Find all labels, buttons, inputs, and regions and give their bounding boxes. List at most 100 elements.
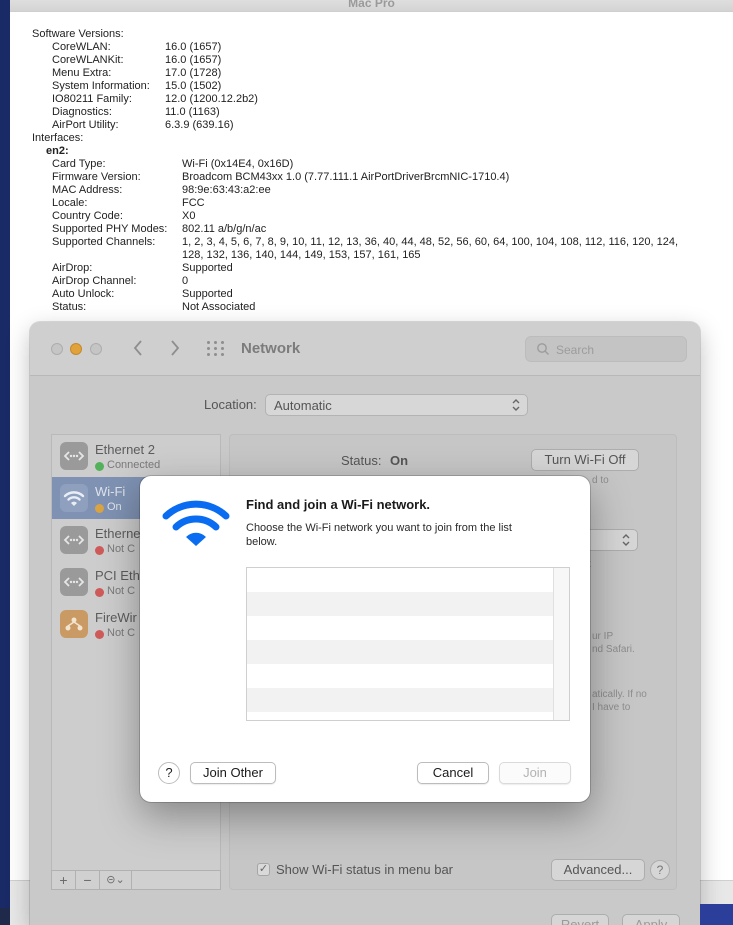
- location-value: Automatic: [274, 398, 332, 413]
- service-name: Ethernet 2: [95, 442, 155, 457]
- forward-button[interactable]: [169, 339, 181, 361]
- info-value: Not Associated: [182, 301, 256, 313]
- info-key: Supported Channels:: [52, 236, 156, 248]
- join-button[interactable]: Join: [499, 762, 571, 784]
- info-value: Wi-Fi (0x14E4, 0x16D): [182, 158, 294, 170]
- service-item-ethernet-2[interactable]: Ethernet 2 Connected: [52, 435, 220, 477]
- info-key: Menu Extra:: [52, 67, 112, 79]
- zoom-window-button[interactable]: [90, 343, 102, 355]
- info-key: Firmware Version:: [52, 171, 141, 183]
- info-key: Supported PHY Modes:: [52, 223, 168, 235]
- cancel-button[interactable]: Cancel: [417, 762, 489, 784]
- info-value: 98:9e:63:43:a2:ee: [182, 184, 271, 196]
- updown-arrows-icon: [512, 399, 520, 411]
- info-key: en2:: [46, 145, 69, 157]
- info-key: Software Versions:: [32, 28, 124, 40]
- show-wifi-status-checkbox[interactable]: ✓: [257, 863, 270, 876]
- info-value: 802.11 a/b/g/n/ac: [182, 223, 267, 235]
- info-key: CoreWLANKit:: [52, 54, 124, 66]
- network-list-row[interactable]: [247, 616, 554, 640]
- ethernet-icon: [60, 442, 88, 470]
- status-dot-icon: [95, 504, 104, 513]
- info-value: Broadcom BCM43xx 1.0 (7.77.111.1 AirPort…: [182, 171, 510, 183]
- info-key: Auto Unlock:: [52, 288, 115, 300]
- wifi-icon: [60, 484, 88, 512]
- help-button[interactable]: ?: [650, 860, 670, 880]
- network-list-row[interactable]: [247, 688, 554, 712]
- service-name: Etherne: [95, 526, 141, 541]
- service-status: On: [107, 501, 122, 513]
- service-name: Wi-Fi: [95, 484, 126, 499]
- info-key: Status:: [52, 301, 87, 313]
- network-list-row[interactable]: [247, 592, 554, 616]
- info-key: AirPort Utility:: [52, 119, 119, 131]
- obscured-text: d to: [592, 475, 609, 486]
- sysinfo-titlebar: Mac Pro: [10, 0, 733, 12]
- service-status: Not C: [107, 585, 136, 597]
- wifi-network-list[interactable]: [246, 567, 570, 721]
- info-value: 11.0 (1163): [165, 106, 220, 118]
- minimize-window-button[interactable]: [70, 343, 82, 355]
- network-list-row[interactable]: [247, 568, 554, 592]
- status-dot-icon: [95, 630, 104, 639]
- info-value: FCC: [182, 197, 205, 209]
- turn-wifi-off-button[interactable]: Turn Wi-Fi Off: [531, 449, 639, 471]
- location-select[interactable]: Automatic: [265, 394, 528, 416]
- service-status: Connected: [107, 459, 161, 471]
- info-value: 1, 2, 3, 4, 5, 6, 7, 8, 9, 10, 11, 12, 1…: [182, 236, 678, 248]
- info-key: MAC Address:: [52, 184, 123, 196]
- advanced-button[interactable]: Advanced...: [551, 859, 645, 881]
- info-key: IO80211 Family:: [52, 93, 132, 105]
- network-list-scrollbar[interactable]: [553, 568, 569, 720]
- info-value: Supported: [182, 288, 233, 300]
- info-value: 6.3.9 (639.16): [165, 119, 234, 131]
- location-label: Location:: [204, 397, 257, 412]
- status-label: Status:: [341, 453, 382, 468]
- add-service-button[interactable]: +: [52, 871, 76, 889]
- info-value: 16.0 (1657): [165, 41, 222, 53]
- revert-button[interactable]: Revert: [551, 914, 609, 925]
- show-all-grid-icon[interactable]: [207, 341, 224, 356]
- info-value: 16.0 (1657): [165, 54, 222, 66]
- remove-service-button[interactable]: −: [76, 871, 100, 889]
- search-placeholder: Search: [556, 343, 595, 357]
- info-key: Card Type:: [52, 158, 106, 170]
- status-value: On: [390, 453, 409, 468]
- network-list-row[interactable]: [247, 664, 554, 688]
- desktop-background: [700, 904, 733, 925]
- back-button[interactable]: [132, 339, 144, 361]
- info-value: Supported: [182, 262, 233, 274]
- service-actions-menu-button[interactable]: ⊝⌄: [100, 871, 132, 889]
- ethernet-icon: [60, 568, 88, 596]
- status-dot-icon: [95, 546, 104, 555]
- info-value: 128, 132, 136, 140, 144, 149, 153, 157, …: [182, 249, 421, 261]
- apply-button[interactable]: Apply: [622, 914, 680, 925]
- desktop-background: [0, 908, 10, 925]
- info-key: System Information:: [52, 80, 150, 92]
- dialog-help-button[interactable]: ?: [158, 762, 180, 784]
- info-value: 17.0 (1728): [165, 67, 222, 79]
- info-key: Locale:: [52, 197, 88, 209]
- info-key: CoreWLAN:: [52, 41, 111, 53]
- close-window-button[interactable]: [51, 343, 63, 355]
- status-dot-icon: [95, 588, 104, 597]
- info-value: 15.0 (1502): [165, 80, 222, 92]
- updown-arrows-icon: [622, 534, 630, 546]
- search-field[interactable]: Search: [525, 336, 687, 362]
- join-other-button[interactable]: Join Other: [190, 762, 276, 784]
- service-list-footer: + − ⊝⌄: [51, 870, 221, 890]
- obscured-text: ur IP: [592, 631, 614, 642]
- sysinfo-window-title: Mac Pro: [348, 0, 395, 10]
- network-list-row[interactable]: [247, 640, 554, 664]
- service-status: Not C: [107, 543, 136, 555]
- dialog-title: Find and join a Wi-Fi network.: [246, 497, 431, 512]
- info-value: 12.0 (1200.12.2b2): [165, 93, 258, 105]
- info-key: Interfaces:: [32, 132, 84, 144]
- firewire-icon: [60, 610, 88, 638]
- info-value: 0: [182, 275, 189, 287]
- info-key: Country Code:: [52, 210, 123, 222]
- status-dot-icon: [95, 462, 104, 471]
- network-name-select[interactable]: [582, 529, 638, 551]
- info-key: Diagnostics:: [52, 106, 112, 118]
- network-toolbar: Network Search: [30, 322, 700, 376]
